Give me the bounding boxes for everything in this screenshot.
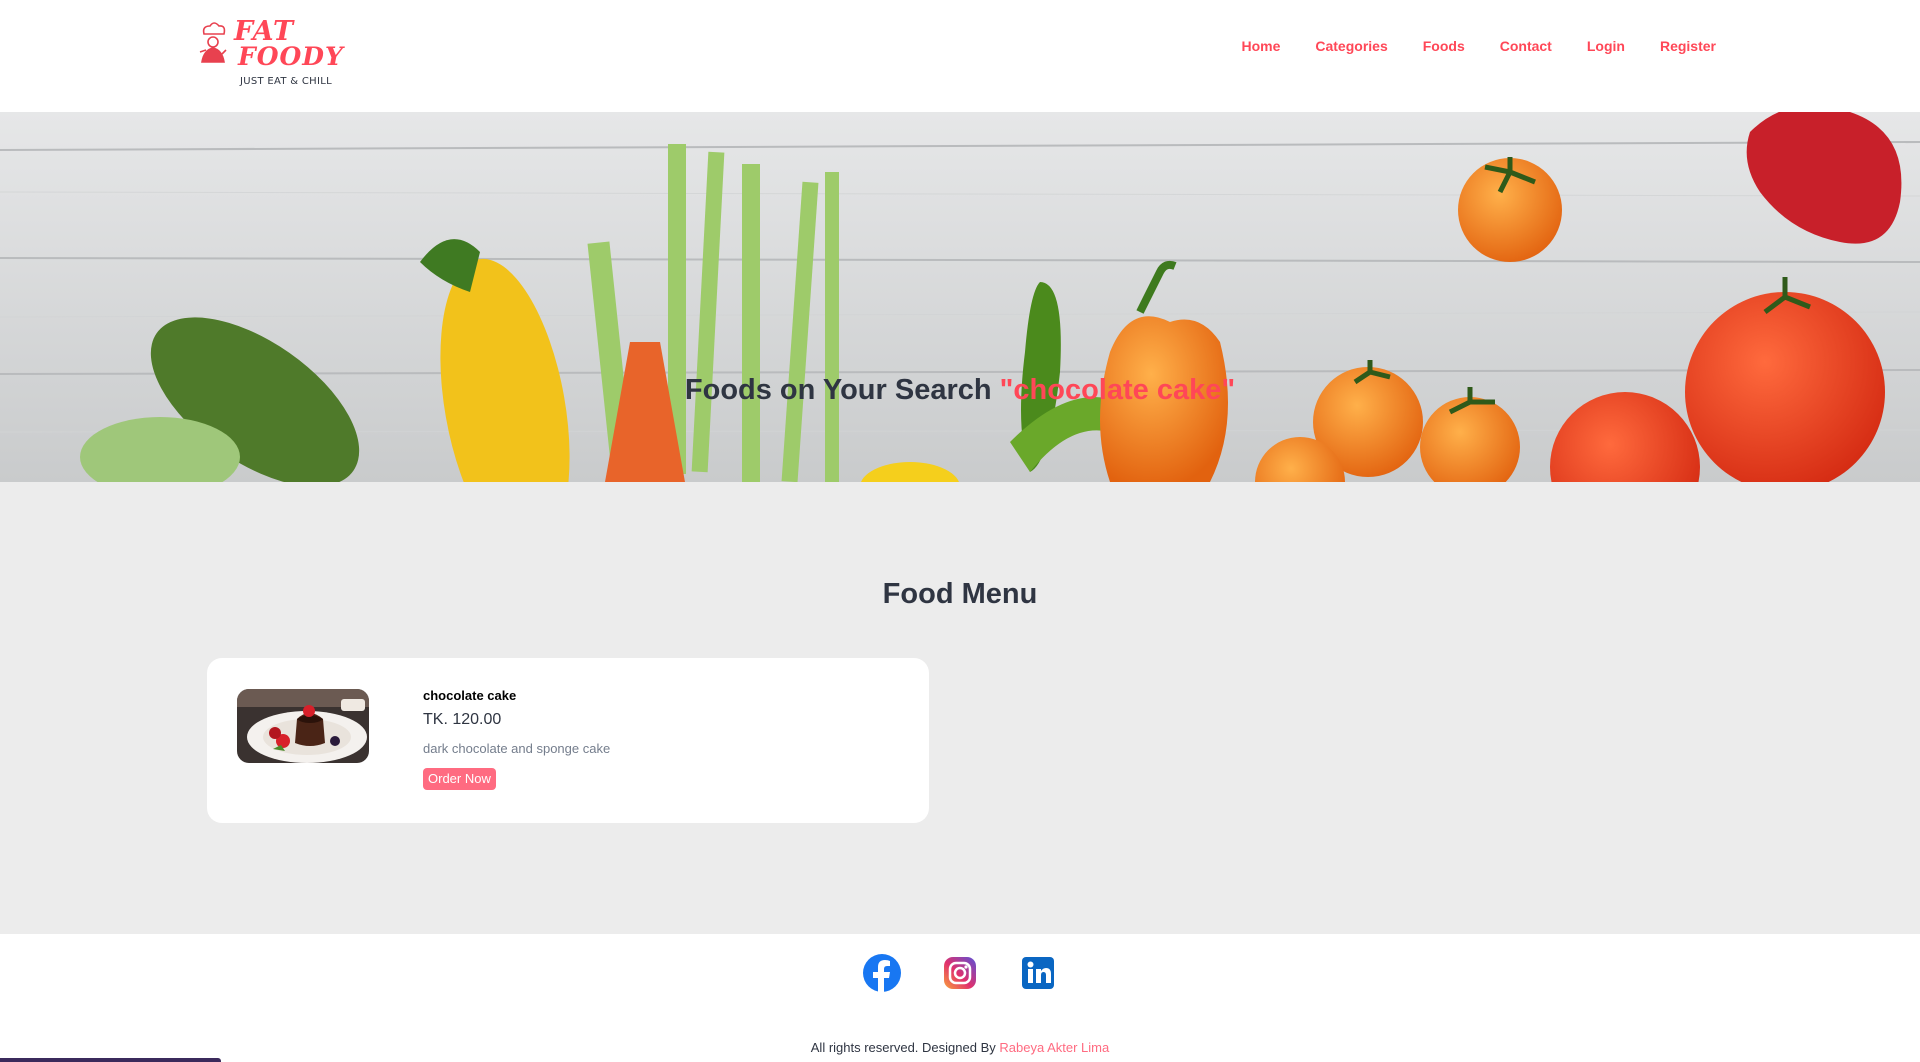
food-description: dark chocolate and sponge cake [423, 741, 611, 756]
copyright-label: All rights reserved. Designed By [810, 1040, 996, 1055]
nav-home[interactable]: Home [1241, 38, 1280, 54]
nav-register[interactable]: Register [1660, 38, 1716, 54]
food-name: chocolate cake [423, 688, 517, 703]
food-menu-section: Food Menu chocolate cake TK. 120.00 dark… [0, 482, 1920, 934]
search-results-title: Foods on Your Search "chocolate cake" [0, 374, 1920, 407]
nav-categories[interactable]: Categories [1315, 38, 1387, 54]
main-nav: Home Categories Foods Contact Login Regi… [1206, 38, 1716, 54]
facebook-icon[interactable] [863, 954, 901, 992]
instagram-icon[interactable] [941, 954, 979, 992]
search-term: "chocolate cake" [999, 374, 1236, 406]
social-links [0, 934, 1920, 1024]
designer-link[interactable]: Rabeya Akter Lima [999, 1040, 1109, 1055]
food-card: chocolate cake TK. 120.00 dark chocolate… [207, 658, 929, 823]
food-image-chocolate-cake [237, 689, 369, 763]
bottom-left-indicator [0, 1058, 221, 1062]
search-hero: Foods on Your Search "chocolate cake" [0, 112, 1920, 482]
navbar: FAT FOODY JUST EAT & CHILL Home Categori… [0, 0, 1920, 112]
brand-name-line2: FOODY [238, 42, 344, 71]
cake-photo [237, 689, 369, 763]
linkedin-icon[interactable] [1019, 954, 1057, 992]
nav-login[interactable]: Login [1587, 38, 1625, 54]
food-price: TK. 120.00 [423, 711, 502, 728]
footer: All rights reserved. Designed By Rabeya … [0, 1024, 1920, 1062]
food-menu-heading: Food Menu [882, 578, 1038, 610]
food-details: chocolate cake TK. 120.00 dark chocolate… [423, 688, 610, 790]
nav-contact[interactable]: Contact [1500, 38, 1552, 54]
copyright-text: All rights reserved. Designed By Rabeya … [0, 1040, 1920, 1055]
search-title-prefix: Foods on Your Search [684, 374, 992, 406]
vegetables-background-image [0, 112, 1920, 482]
order-now-button[interactable]: Order Now [423, 768, 496, 790]
brand-tagline: JUST EAT & CHILL [240, 76, 332, 87]
nav-foods[interactable]: Foods [1423, 38, 1465, 54]
site-logo[interactable]: FAT FOODY JUST EAT & CHILL [198, 16, 343, 92]
